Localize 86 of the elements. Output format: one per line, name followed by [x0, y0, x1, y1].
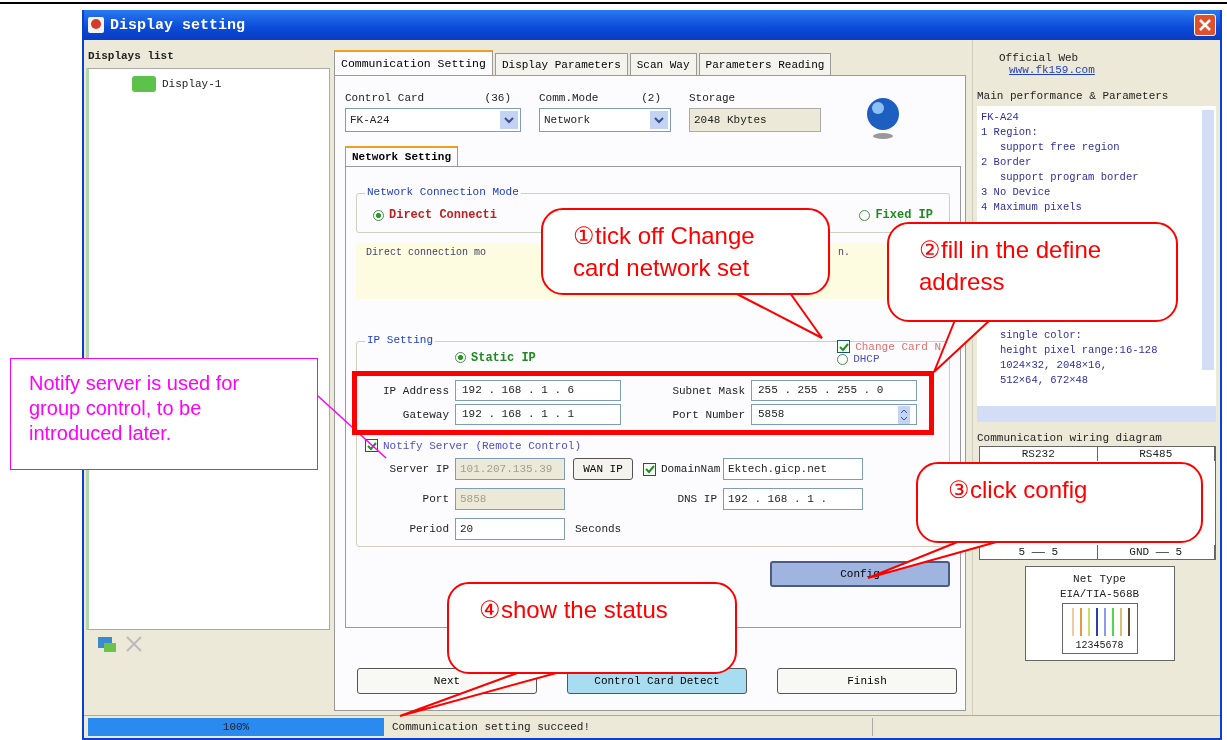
domain-field[interactable]: Ektech.gicp.net [723, 458, 863, 480]
section-title: Main performance & Parameters [977, 90, 1170, 102]
field-label: Gateway [401, 408, 450, 421]
parameter-line: 3 No Device [981, 185, 1052, 200]
tab[interactable]: Communication Setting [334, 50, 493, 75]
period-field[interactable]: 20 [455, 518, 565, 540]
parameter-line: height pixel range:16-128 [998, 343, 1159, 358]
radio-button[interactable] [837, 353, 849, 365]
field-label: Control Card [345, 92, 425, 104]
callout-text: ③click config [948, 475, 1089, 505]
parameter-line: support free region [998, 140, 1121, 155]
ip-field[interactable]: 192 . 168 . 1 . 1 [455, 404, 621, 425]
field-label: DNS IP [676, 493, 718, 505]
net-type-label: Net Type [1073, 573, 1126, 585]
screen-icon [130, 74, 158, 94]
close-button[interactable] [1194, 14, 1216, 36]
wan-ip-button[interactable]: WAN IP [573, 458, 633, 480]
parameter-line: single color: [998, 328, 1083, 343]
radio-option[interactable]: Static IP [455, 350, 536, 365]
web-label: Official Web [998, 52, 1080, 64]
radio-option[interactable]: Direct Connecti [373, 208, 498, 222]
radio-button[interactable] [373, 209, 384, 221]
count-label: (2) [641, 92, 661, 104]
column-header: RS485 [1097, 447, 1215, 461]
panel-title: Displays list [87, 49, 175, 64]
scrollbar[interactable] [1202, 110, 1214, 370]
checkbox[interactable] [837, 340, 851, 353]
check-icon [366, 440, 377, 451]
checkbox[interactable] [643, 462, 656, 476]
tab[interactable]: Display Parameters [494, 53, 628, 75]
parameter-line: 1024×32, 2048×16, [998, 358, 1109, 373]
callout-text: ④show the status [479, 595, 669, 625]
callout-text: ①tick off Change card network set [573, 221, 756, 283]
radio-button[interactable] [455, 352, 466, 363]
field-label: Port Number [671, 408, 746, 421]
parameter-line: support program border [998, 170, 1140, 185]
field-label: Subnet Mask [671, 384, 746, 397]
column-header: RS232 [980, 447, 1098, 461]
group-title: Network Connection Mode [365, 186, 521, 198]
comm-mode-dropdown[interactable]: Network [539, 108, 671, 132]
parameter-line: 2 Border [981, 155, 1033, 170]
control-card-dropdown[interactable]: FK-A24 [345, 108, 521, 132]
add-display-icon[interactable] [96, 634, 118, 654]
standard-label: EIA/TIA-568B [1059, 588, 1140, 600]
close-icon [1198, 18, 1212, 32]
radio-option[interactable]: Fixed IP [859, 208, 933, 222]
progress-label: 100% [221, 720, 251, 735]
parameter-line: 1 Region: [981, 125, 1039, 140]
field-label: IP Address [382, 384, 450, 397]
app-icon [88, 17, 104, 33]
scrollbar[interactable] [977, 406, 1216, 422]
hint-text: Direct connection mo [366, 247, 487, 258]
hint-text: n. [838, 247, 850, 258]
tree-item[interactable]: Display-1 [127, 73, 225, 95]
note-text: Notify server is used for group control, to be introduced later. [29, 371, 241, 446]
radio-button[interactable] [859, 209, 871, 221]
dialog-button[interactable]: Finish [777, 668, 957, 694]
ip-field[interactable]: 5858 [751, 404, 917, 425]
field-label: Period [408, 523, 450, 535]
parameter-line: 4 Maximum pixels [981, 200, 1083, 215]
web-link[interactable]: www.fk159.com [983, 64, 1216, 76]
ip-field[interactable]: 255 . 255 . 255 . 0 [751, 380, 917, 401]
checkbox-option[interactable]: Notify Server (Remote Control) [365, 439, 582, 452]
parameter-line: FK-A24 [981, 110, 1020, 125]
group-title: IP Setting [365, 334, 435, 346]
field-label: Server IP [388, 463, 450, 475]
callout-text: ②fill in the define address [919, 235, 1103, 297]
checkbox-option[interactable]: DomainNam [643, 462, 723, 476]
spinner-icon[interactable] [898, 405, 910, 424]
parameter-line: 512×64, 672×48 [998, 373, 1090, 388]
status-message: Communication setting succeed! [391, 721, 592, 733]
tab[interactable]: Network Setting [345, 146, 459, 166]
unit-label: Seconds [574, 523, 623, 535]
field-label: Port [421, 493, 450, 505]
field-label: Comm.Mode [539, 92, 599, 104]
ip-field[interactable]: 192 . 168 . 1 . 6 [455, 380, 621, 401]
field-label: Storage [689, 92, 736, 104]
pin-numbers: 12345678 [1075, 640, 1124, 651]
dns-ip-field[interactable]: 192 . 168 . 1 . [723, 488, 863, 510]
section-title: Communication wiring diagram [977, 432, 1163, 444]
window-title: Display setting [110, 16, 246, 34]
count-label: (36) [484, 92, 511, 104]
tab[interactable]: Scan Way [629, 53, 697, 75]
storage-field: 2048 Kbytes [689, 108, 821, 132]
table-cell: GND —— 5 [1097, 545, 1215, 559]
tab[interactable]: Parameters Reading [698, 53, 832, 75]
